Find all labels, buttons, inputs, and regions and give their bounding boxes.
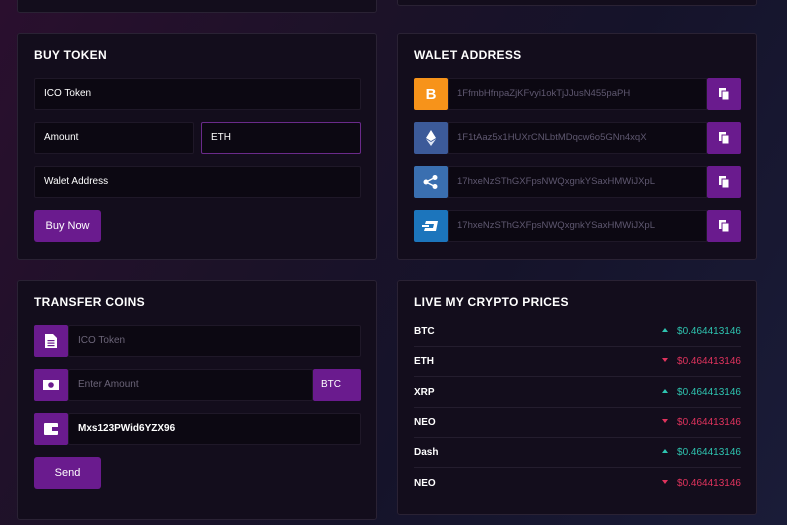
bitcoin-icon: B (414, 78, 448, 110)
amount-field[interactable]: Amount (34, 122, 194, 154)
wallet-icon (34, 413, 68, 445)
price-value: $0.464413146 (677, 387, 741, 398)
price-value: $0.464413146 (677, 478, 741, 489)
price-symbol: BTC (414, 326, 435, 337)
price-row: XRP $0.464413146 (414, 378, 741, 408)
live-prices-panel: LIVE MY CRYPTO PRICES BTC $0.464413146 E… (397, 280, 757, 515)
wallet-input[interactable]: Mxs123PWid6YZX96 (68, 413, 361, 445)
copy-icon[interactable] (707, 122, 741, 154)
price-symbol: Dash (414, 447, 439, 458)
price-row: Dash $0.464413146 (414, 438, 741, 468)
price-symbol: XRP (414, 387, 435, 398)
price-row: ETH $0.464413146 (414, 347, 741, 377)
buy-token-panel: BUY TOKEN ICO Token Amount ETH Walet Add… (17, 33, 377, 260)
price-symbol: ETH (414, 356, 434, 367)
bitcoin-address[interactable]: 1FfmbHfnpaZjKFvyi1okTjJJusN455paPH (448, 78, 707, 110)
ripple-address[interactable]: 17hxeNzSThGXFpsNWQxgnkYSaxHMWiJXpL (448, 166, 707, 198)
arrow-up-icon (662, 449, 668, 453)
ripple-icon (414, 166, 448, 198)
ethereum-address[interactable]: 1F1tAaz5x1HUXrCNLbtMDqcw6o5GNn4xqX (448, 122, 707, 154)
price-value: $0.464413146 (677, 417, 741, 428)
buy-token-title: BUY TOKEN (34, 48, 107, 62)
arrow-up-icon (662, 328, 668, 332)
price-symbol: NEO (414, 478, 436, 489)
price-row: NEO $0.464413146 (414, 469, 741, 499)
top-right-panel (397, 0, 757, 6)
arrow-down-icon (662, 480, 668, 484)
send-button[interactable]: Send (34, 457, 101, 489)
dash-icon (414, 210, 448, 242)
buy-now-button[interactable]: Buy Now (34, 210, 101, 242)
wallet-address-title: WALET ADDRESS (414, 48, 522, 62)
arrow-down-icon (662, 419, 668, 423)
wallet-address-panel: WALET ADDRESS B 1FfmbHfnpaZjKFvyi1okTjJJ… (397, 33, 757, 260)
document-icon (34, 325, 68, 357)
dash-address[interactable]: 17hxeNzSThGXFpsNWQxgnkYSaxHMWiJXpL (448, 210, 707, 242)
price-value: $0.464413146 (677, 326, 741, 337)
ethereum-icon (414, 122, 448, 154)
currency-select[interactable]: ETH (201, 122, 361, 154)
arrow-down-icon (662, 358, 668, 362)
top-left-panel (17, 0, 377, 13)
wallet-address-field[interactable]: Walet Address (34, 166, 361, 198)
transfer-coins-panel: TRANSFER COINS ICO Token Enter Amount BT… (17, 280, 377, 520)
transfer-coins-title: TRANSFER COINS (34, 295, 145, 309)
ico-token-input[interactable]: ICO Token (68, 325, 361, 357)
currency-button[interactable]: BTC (313, 369, 361, 401)
live-prices-title: LIVE MY CRYPTO PRICES (414, 295, 569, 309)
price-value: $0.464413146 (677, 447, 741, 458)
price-symbol: NEO (414, 417, 436, 428)
money-icon (34, 369, 68, 401)
copy-icon[interactable] (707, 166, 741, 198)
ico-token-field[interactable]: ICO Token (34, 78, 361, 110)
price-value: $0.464413146 (677, 356, 741, 367)
copy-icon[interactable] (707, 78, 741, 110)
price-row: BTC $0.464413146 (414, 317, 741, 347)
amount-input[interactable]: Enter Amount (68, 369, 313, 401)
copy-icon[interactable] (707, 210, 741, 242)
price-row: NEO $0.464413146 (414, 408, 741, 438)
arrow-up-icon (662, 389, 668, 393)
